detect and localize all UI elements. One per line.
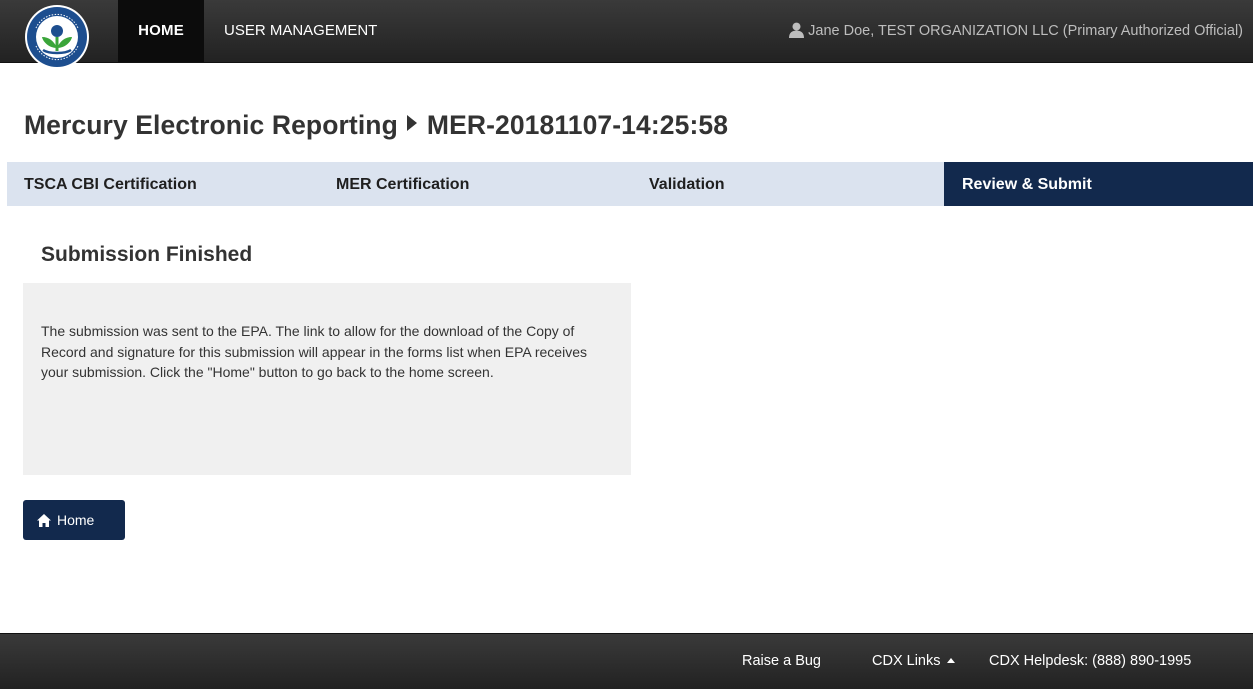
nav-user-account[interactable]: Jane Doe, TEST ORGANIZATION LLC (Primary… (789, 0, 1243, 62)
step-mer-certification[interactable]: MER Certification (336, 162, 469, 206)
step-validation[interactable]: Validation (649, 162, 725, 206)
nav-home[interactable]: HOME (118, 0, 204, 62)
home-button[interactable]: Home (23, 500, 125, 540)
user-name-label: Jane Doe, TEST ORGANIZATION LLC (Primary… (808, 23, 1243, 39)
breadcrumb-arrow-icon (406, 115, 417, 131)
top-navbar: HOME USER MANAGEMENT Jane Doe, TEST ORGA… (0, 0, 1253, 63)
epa-seal-icon[interactable] (24, 4, 90, 70)
caret-up-icon (946, 658, 955, 663)
section-title: Submission Finished (41, 243, 253, 266)
wizard-steps: TSCA CBI Certification MER Certification… (7, 162, 1253, 206)
cdx-links-dropdown[interactable]: CDX Links (872, 634, 955, 689)
cdx-helpdesk-link[interactable]: CDX Helpdesk: (888) 890-1995 (989, 634, 1191, 689)
app-name: Mercury Electronic Reporting (24, 110, 398, 140)
user-icon (789, 22, 805, 38)
step-review-submit[interactable]: Review & Submit (944, 162, 1253, 206)
home-icon (37, 514, 51, 527)
home-button-label: Home (57, 512, 95, 528)
step-tsca-cbi-certification[interactable]: TSCA CBI Certification (24, 162, 197, 206)
raise-bug-link[interactable]: Raise a Bug (742, 634, 821, 689)
submission-message-box: The submission was sent to the EPA. The … (23, 283, 631, 475)
nav-user-management[interactable]: USER MANAGEMENT (208, 0, 393, 62)
submission-message: The submission was sent to the EPA. The … (41, 323, 587, 380)
page-title: Mercury Electronic Reporting MER-20181107… (24, 110, 728, 141)
footer: Raise a Bug CDX Links CDX Helpdesk: (888… (0, 633, 1253, 689)
cdx-links-label: CDX Links (872, 653, 941, 669)
submission-id: MER-20181107-14:25:58 (426, 110, 729, 140)
